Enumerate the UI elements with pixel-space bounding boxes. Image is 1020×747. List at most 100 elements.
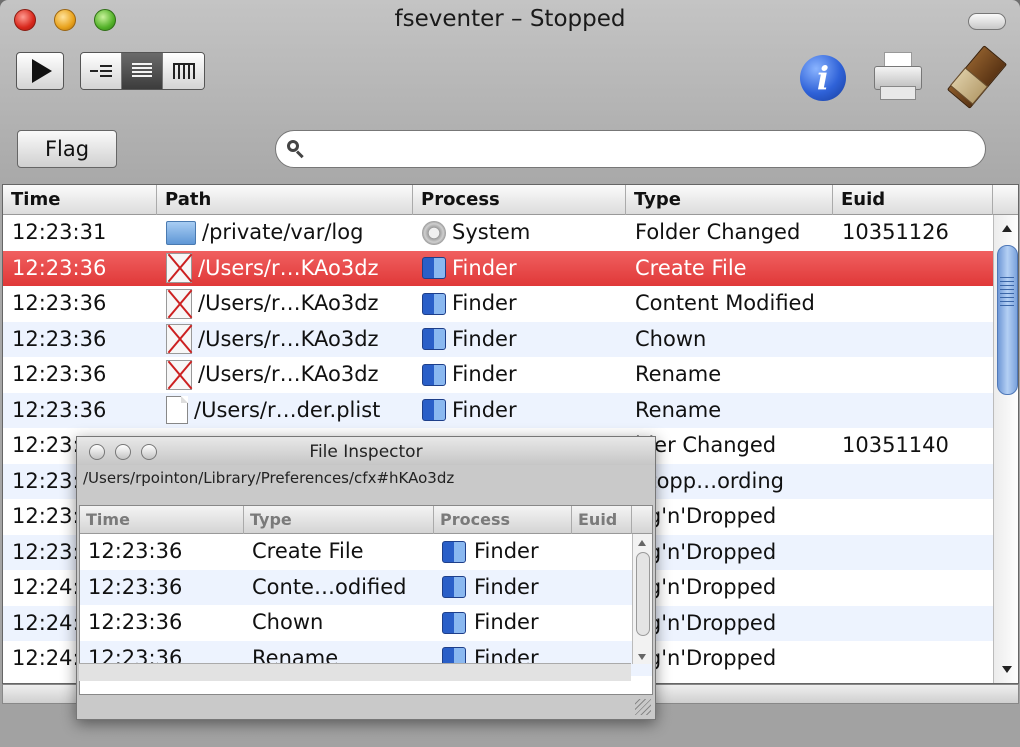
column-header-type[interactable]: Type [626,185,833,215]
path-cell: /Users/r…KAo3dz [157,322,413,358]
time-cell: 12:23:36 [3,322,157,358]
euid-cell [833,251,993,287]
scroll-up-arrow-icon[interactable] [1002,225,1012,232]
process-cell: Finder [413,357,626,393]
inspector-horizontal-scrollbar[interactable] [79,663,631,681]
scroll-thumb[interactable] [997,245,1018,395]
events-vertical-scrollbar[interactable] [993,215,1018,683]
time-cell-text: 12:23: [12,468,80,493]
table-row[interactable]: 12:23:36/Users/r…KAo3dz Finder Rename [3,357,993,393]
time-cell: 12:23:36 [3,286,157,322]
finder-icon [422,363,446,386]
missing-file-icon [166,288,192,319]
inspector-column-time[interactable]: Time [80,506,244,534]
system-icon [422,220,446,245]
euid-cell [833,357,993,393]
table-row[interactable]: 12:23:36/Users/r…KAo3dz Finder Chown [3,321,993,358]
path-cell-text: /Users/r…KAo3dz [198,255,379,280]
type-cell-text: ag'n'Dropped [635,575,777,599]
inspector-table-body: 12:23:36 Create File Finder 12:23:36 Conte…o… [80,534,652,676]
euid-cell-text: 10351126 [842,220,949,244]
type-cell: ag'n'Dropped [626,499,833,535]
type-cell-text: lder Changed [635,433,777,457]
euid-cell [833,641,993,677]
time-cell-text: 12:24: [12,646,80,670]
inspector-row[interactable]: 12:23:36 Conte…odified Finder [80,569,652,606]
list-view-button[interactable] [122,53,163,89]
time-cell-text: 12:23:36 [12,326,107,351]
toolbar-toggle-button[interactable] [968,13,1006,30]
finder-icon [422,257,446,280]
chocolate-bar-icon[interactable] [944,45,1008,109]
process-cell: Finder [413,286,626,322]
type-cell-text: Create File [635,255,747,280]
search-input[interactable] [316,135,966,163]
inspector-row[interactable]: 12:23:36 Create File Finder [80,534,652,570]
tree-view-button[interactable] [81,53,122,89]
table-row[interactable]: 12:23:36/Users/r…KAo3dz Finder Content Mod… [3,286,993,322]
column-header-euid[interactable]: Euid [833,185,993,215]
scroll-down-arrow-icon[interactable] [1002,666,1012,673]
inspector-time-cell: 12:23:36 [80,570,244,606]
finder-icon [422,292,446,315]
euid-cell [833,464,993,500]
inspector-column-euid[interactable]: Euid [572,506,632,534]
info-icon[interactable]: i [800,55,846,101]
process-cell-text: Finder [452,255,517,280]
type-cell-text: Rename [635,362,722,386]
type-cell-text: Content Modified [635,291,815,315]
table-row[interactable]: 12:23:36/Users/r…der.plist Finder Rename [3,392,993,429]
finder-icon [442,611,466,634]
inspector-row[interactable]: 12:23:36 Chown Finder [80,605,652,641]
search-field[interactable] [275,130,986,168]
finder-icon [422,399,446,422]
type-cell-text: Rename [635,397,722,422]
document-icon [166,396,188,425]
inspector-column-process[interactable]: Process [434,506,572,534]
time-cell-text: 12:23:31 [12,220,107,244]
inspector-process-text: Finder [474,610,539,634]
type-cell: lder Changed [626,428,833,464]
time-cell-text: 12:23:36 [12,291,107,315]
inspector-scroll-up-arrow-icon[interactable] [638,540,646,546]
path-cell-text: /Users/r…KAo3dz [198,326,379,351]
path-cell-text: /Users/r…KAo3dz [198,362,379,386]
inspector-vertical-scrollbar[interactable] [632,534,652,664]
inspector-process-cell: Finder [434,605,572,641]
process-cell-text: Finder [452,326,517,351]
inspector-type-cell: Create File [244,534,434,570]
resize-grip-icon[interactable] [635,699,651,715]
inspector-time-text: 12:23:36 [88,610,183,634]
finder-icon [442,576,466,599]
start-recording-button[interactable] [16,52,64,90]
columns-view-button[interactable] [163,53,204,89]
type-cell-text: ag'n'Dropped [635,504,777,528]
inspector-time-cell: 12:23:36 [80,534,244,570]
inspector-scroll-down-arrow-icon[interactable] [638,654,646,660]
time-cell: 12:23:36 [3,393,157,429]
path-cell: /private/var/log [157,215,413,251]
column-header-time[interactable]: Time [3,185,157,215]
tree-view-icon [90,63,112,79]
inspector-time-cell: 12:23:36 [80,605,244,641]
path-cell: /Users/r…der.plist [157,393,413,429]
flag-button[interactable]: Flag [17,130,117,168]
inspector-scroll-thumb[interactable] [636,552,650,636]
missing-file-icon [166,324,192,355]
column-header-process[interactable]: Process [413,185,626,215]
table-row[interactable]: 12:23:36/Users/r…KAo3dz Finder Create File [3,250,993,287]
euid-cell: 10351126 [833,215,993,251]
inspector-time-text: 12:23:36 [88,539,183,563]
app-window: fseventer – Stopped i Flag Time Path Pro… [0,0,1020,747]
table-row[interactable]: 12:23:31/private/var/log System Folder Cha… [3,215,993,251]
inspector-column-type[interactable]: Type [244,506,434,534]
inspector-title: File Inspector [309,442,423,462]
euid-cell [833,499,993,535]
inspector-type-text: Create File [252,539,364,563]
column-header-path[interactable]: Path [157,185,413,215]
type-cell: Rename [626,393,833,429]
type-cell: ag'n'Dropped [626,641,833,677]
euid-cell [833,286,993,322]
type-cell: Chown [626,322,833,358]
printer-icon[interactable] [872,52,924,102]
